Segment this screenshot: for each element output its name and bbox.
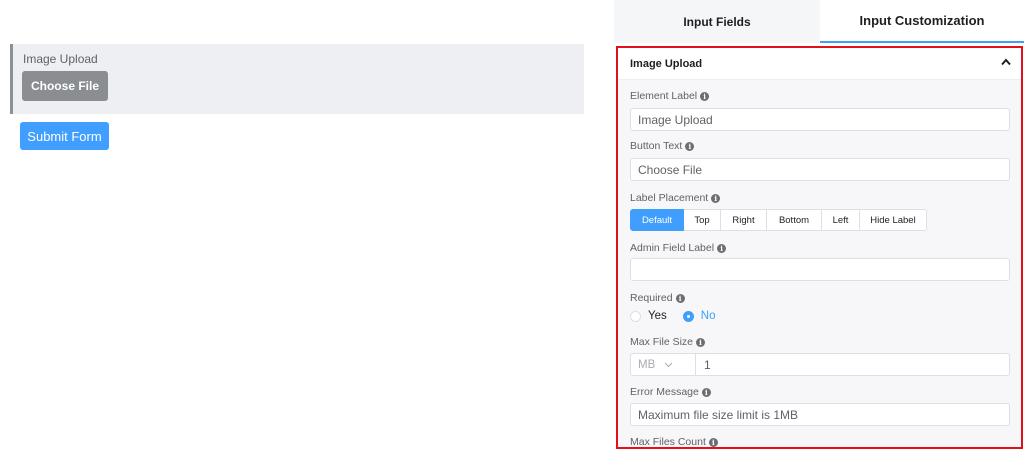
- section-title: Image Upload: [630, 58, 703, 70]
- admin-field-label-title: Admin Field Label i: [630, 242, 727, 254]
- settings-body: Element Label i Image Upload Button Text…: [618, 80, 1021, 448]
- file-size-input[interactable]: 1: [696, 353, 1010, 376]
- chevron-down-icon: [664, 362, 673, 367]
- element-label-input[interactable]: Image Upload: [630, 108, 1010, 131]
- tab-input-customization[interactable]: Input Customization: [820, 0, 1024, 43]
- choose-file-button[interactable]: Choose File: [22, 71, 108, 101]
- chevron-up-icon[interactable]: [1001, 58, 1011, 66]
- info-icon[interactable]: i: [675, 293, 685, 303]
- preview-field-label: Image Upload: [23, 52, 98, 66]
- file-size-unit-value: MB: [638, 358, 656, 371]
- required-radio-group: Yes No: [630, 310, 731, 322]
- max-files-count-title: Max Files Count i: [630, 436, 718, 448]
- error-message-label: Error Message: [630, 386, 699, 398]
- placement-hide-label-button[interactable]: Hide Label: [860, 209, 927, 231]
- button-text-label: Button Text: [630, 140, 683, 152]
- placement-left-button[interactable]: Left: [822, 209, 860, 231]
- error-message-input[interactable]: Maximum file size limit is 1MB: [630, 403, 1010, 426]
- info-icon[interactable]: i: [701, 387, 711, 397]
- label-placement-title: Label Placement i: [630, 192, 721, 204]
- section-header[interactable]: Image Upload: [618, 48, 1021, 80]
- button-text-input[interactable]: Choose File: [630, 158, 1010, 181]
- required-yes-label[interactable]: Yes: [648, 310, 667, 322]
- element-label-text: Element Label: [630, 90, 698, 102]
- max-file-size-title: Max File Size i: [630, 336, 706, 348]
- required-no-label[interactable]: No: [701, 310, 716, 322]
- placement-right-button[interactable]: Right: [721, 209, 767, 231]
- panel-tabs: Input Fields Input Customization: [614, 0, 1024, 43]
- admin-field-label-input[interactable]: [630, 258, 1010, 281]
- info-icon[interactable]: i: [708, 437, 718, 447]
- label-placement-group: Default Top Right Bottom Left Hide Label: [630, 209, 927, 231]
- max-file-size-row: MB 1: [630, 353, 1010, 376]
- error-message-title: Error Message i: [630, 386, 711, 398]
- placement-default-button[interactable]: Default: [630, 209, 684, 231]
- info-icon[interactable]: i: [685, 141, 695, 151]
- info-icon[interactable]: i: [717, 243, 727, 253]
- form-preview-field: Image Upload Choose File: [10, 44, 584, 114]
- submit-form-button[interactable]: Submit Form: [20, 122, 109, 150]
- max-file-size-label: Max File Size: [630, 336, 694, 348]
- tab-input-fields[interactable]: Input Fields: [614, 0, 820, 43]
- placement-top-button[interactable]: Top: [684, 209, 721, 231]
- element-label-title: Element Label i: [630, 90, 710, 102]
- label-placement-label: Label Placement: [630, 192, 709, 204]
- admin-field-label-text: Admin Field Label: [630, 242, 715, 254]
- info-icon[interactable]: i: [696, 337, 706, 347]
- required-yes-radio[interactable]: [630, 310, 641, 322]
- required-title: Required i: [630, 292, 685, 304]
- info-icon[interactable]: i: [700, 91, 710, 101]
- max-files-count-label: Max Files Count: [630, 436, 706, 448]
- required-no-radio[interactable]: [682, 310, 694, 322]
- button-text-title: Button Text i: [630, 140, 695, 152]
- file-size-unit-select[interactable]: MB: [630, 353, 696, 376]
- required-label: Required: [630, 292, 673, 304]
- field-settings-box: Image Upload Element Label i Image Uploa…: [616, 46, 1023, 449]
- info-icon[interactable]: i: [711, 193, 721, 203]
- placement-bottom-button[interactable]: Bottom: [767, 209, 822, 231]
